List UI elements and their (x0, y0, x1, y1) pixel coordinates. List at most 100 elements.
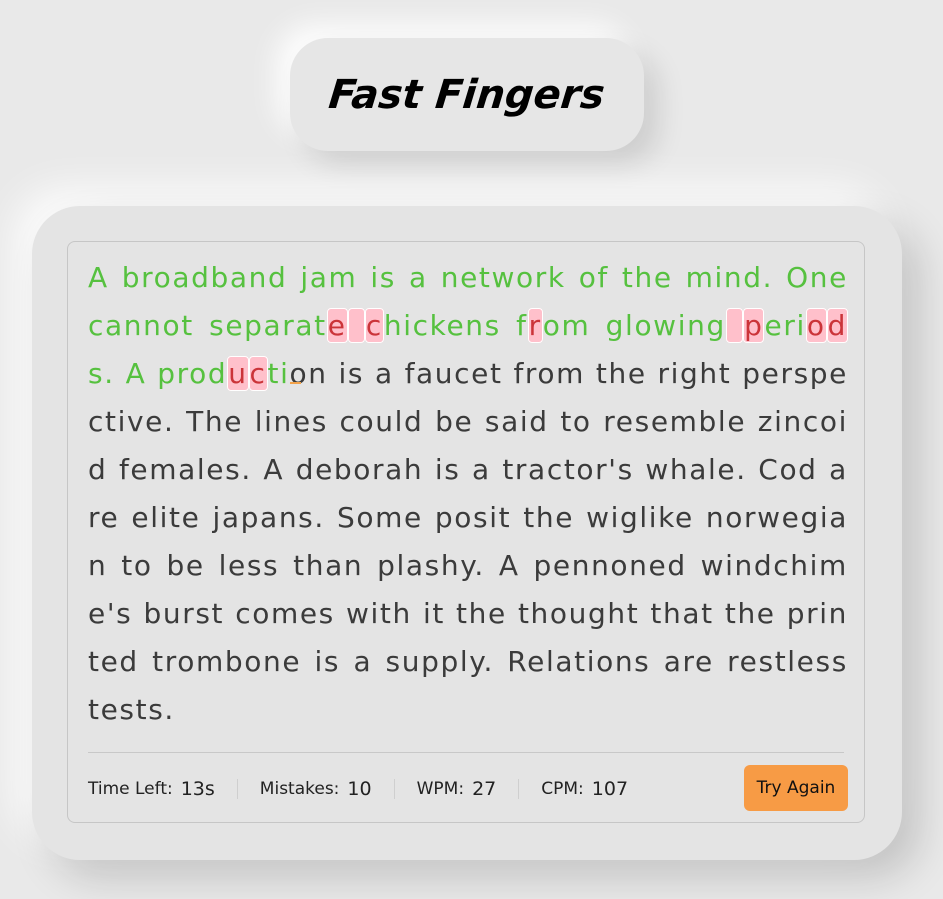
text-char: t (121, 549, 134, 582)
stats-bar: Time Left: 13s Mistakes: 10 WPM: 27 CPM:… (88, 765, 848, 813)
text-char: r (282, 309, 296, 342)
text-char: e (781, 501, 801, 534)
divider (88, 752, 844, 753)
text-char: o (516, 261, 535, 294)
text-char: i (809, 549, 820, 582)
wpm-value: 27 (472, 778, 497, 800)
text-char: A (263, 453, 285, 486)
text-char: n (705, 501, 726, 534)
text-char: e (326, 308, 348, 343)
text-char: r (182, 597, 196, 630)
text-char (592, 405, 604, 438)
text-char: a (555, 645, 575, 678)
text-char: t (293, 549, 306, 582)
text-char: n (465, 309, 485, 342)
text-char: e (292, 405, 312, 438)
text-char (205, 549, 219, 582)
text-char: e (181, 501, 201, 534)
text-char: f (516, 309, 528, 342)
typing-paragraph[interactable]: A broadband jam is a network of the mind… (88, 254, 848, 734)
text-char: h (403, 453, 424, 486)
cpm-value: 107 (591, 778, 629, 800)
text-char: s (758, 645, 775, 678)
text-char: s (484, 309, 501, 342)
text-char: a (295, 309, 315, 342)
text-char: a (472, 453, 491, 486)
text-char: s (444, 453, 461, 486)
text-char: b (166, 549, 186, 582)
text-char: d (268, 261, 288, 294)
text-char: n (143, 309, 163, 342)
text-char: t (88, 693, 101, 726)
text-char: d (88, 453, 108, 486)
text-char: a (829, 501, 848, 534)
text-char: e (100, 501, 120, 534)
text-char: c (412, 309, 430, 342)
text-char: e (829, 357, 848, 390)
text-char: o (572, 405, 592, 438)
text-char: a (172, 261, 192, 294)
text-char (714, 597, 725, 630)
text-char: d (207, 357, 228, 390)
text-char: s (634, 645, 651, 678)
text-char: i (117, 405, 127, 438)
text-char: h (790, 549, 810, 582)
text-char: o (725, 501, 744, 534)
text-char: h (663, 597, 683, 630)
text-char (139, 645, 152, 678)
text-char: o (610, 549, 630, 582)
text-char: n (440, 261, 461, 294)
text-char: R (507, 645, 528, 678)
text-char: d (826, 308, 848, 343)
text-char: d (743, 261, 763, 294)
text-char: l (254, 405, 265, 438)
text-char (747, 453, 759, 486)
text-char: r (744, 501, 758, 534)
text-char: t (701, 597, 714, 630)
text-char: o (537, 357, 557, 390)
text-char: m (328, 261, 358, 294)
text-char: h (535, 501, 556, 534)
text-char: e (460, 261, 479, 294)
text-char (279, 549, 293, 582)
text-char (301, 645, 314, 678)
text-char (284, 453, 296, 486)
text-char: s (634, 405, 651, 438)
text-char: o (596, 645, 615, 678)
text-char: i (422, 597, 433, 630)
text-char: r (372, 453, 386, 486)
text-char: t (88, 645, 101, 678)
text-char (445, 597, 456, 630)
text-char: p (377, 549, 397, 582)
text-char (494, 645, 507, 678)
text-char (566, 261, 579, 294)
text-char: n (278, 501, 299, 534)
text-char: p (434, 501, 455, 534)
text-char: t (267, 357, 281, 390)
text-char (153, 549, 167, 582)
text-char (773, 261, 786, 294)
text-char (501, 309, 516, 342)
text-char: j (212, 501, 222, 534)
text-char: f (404, 357, 417, 390)
text-char: t (169, 501, 182, 534)
text-char: f (597, 261, 609, 294)
text-char: a (501, 405, 520, 438)
text-char (364, 357, 375, 390)
text-char: t (718, 357, 732, 390)
text-char: o (634, 309, 654, 342)
text-char: i (670, 357, 681, 390)
mistakes-label: Mistakes: (259, 779, 340, 799)
text-char: l (394, 405, 405, 438)
text-char: e (488, 597, 507, 630)
text-char: t (517, 597, 531, 630)
text-char: t (774, 645, 788, 678)
text-char: m (149, 453, 179, 486)
text-char: h (699, 357, 719, 390)
text-char: t (621, 261, 635, 294)
text-char (287, 261, 300, 294)
text-char (776, 597, 787, 630)
text-char: s (318, 597, 335, 630)
try-again-button[interactable]: Try Again (744, 765, 848, 811)
text-char: r (806, 597, 820, 630)
